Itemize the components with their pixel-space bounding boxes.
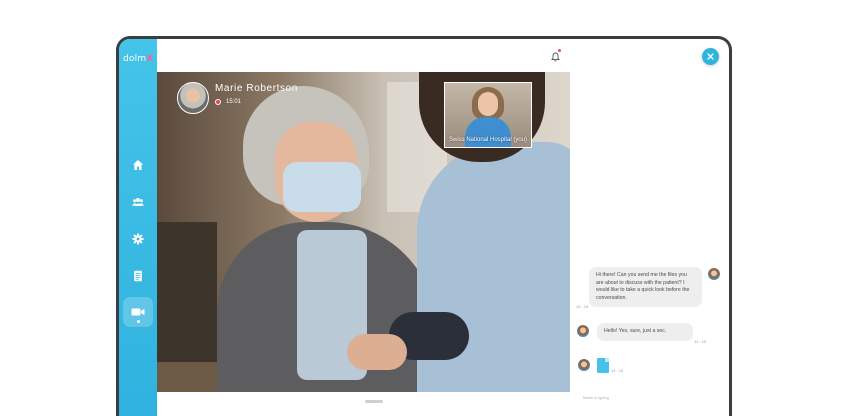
caller-name: Marie Robertson <box>215 83 298 94</box>
caller-info: Marie Robertson 15:01 <box>177 82 298 114</box>
message-time: 12 : 15 <box>694 339 707 344</box>
users-icon <box>132 198 144 206</box>
gear-icon <box>132 233 144 245</box>
typing-indicator: Marie is typing <box>583 395 609 400</box>
file-fold <box>605 358 609 362</box>
video-camera-icon <box>131 308 145 316</box>
controls-handle[interactable] <box>365 400 383 403</box>
video-feed[interactable]: Marie Robertson 15:01 Swiss National Hos… <box>157 72 570 392</box>
notifications-button[interactable] <box>551 49 561 67</box>
app-logo[interactable]: dolmX <box>123 54 153 64</box>
self-view-face <box>478 92 498 116</box>
tablet-frame: dolmX Marie Robertson 15:01 Swiss Nation… <box>116 36 732 416</box>
file-attachment-icon[interactable] <box>597 358 609 373</box>
message-time: 12 : 15 <box>576 304 589 309</box>
timer-text: 15:01 <box>226 99 242 105</box>
close-button[interactable] <box>702 48 719 65</box>
sidebar: dolmX <box>119 39 157 416</box>
sidebar-item-documents[interactable] <box>127 265 149 287</box>
caller-avatar <box>177 82 209 114</box>
sidebar-item-settings[interactable] <box>127 228 149 250</box>
chat-message-outgoing: Hello! Yes, sure, just a sec. <box>597 323 693 341</box>
bell-icon <box>551 52 560 62</box>
avatar <box>707 267 721 281</box>
logo-accent: X <box>146 54 154 64</box>
avatar <box>576 324 590 338</box>
call-timer: 15:01 <box>215 99 298 105</box>
self-view-label: Swiss National Hospital (you) <box>448 137 528 143</box>
sidebar-item-home[interactable] <box>127 154 149 176</box>
sidebar-item-video-call[interactable] <box>123 297 153 327</box>
call-controls-bar <box>157 392 570 416</box>
held-hands <box>347 334 407 370</box>
recording-icon <box>215 99 221 105</box>
close-icon <box>707 53 714 60</box>
sidebar-item-patients[interactable] <box>127 191 149 213</box>
avatar <box>577 358 591 372</box>
chat-message-incoming: Hi there! Can you send me the files you … <box>589 267 702 307</box>
self-view-window[interactable]: Swiss National Hospital (you) <box>444 82 532 148</box>
message-time: 12 : 15 <box>611 368 624 373</box>
patient-face-mask <box>283 162 361 212</box>
document-icon <box>134 270 142 282</box>
notification-dot <box>558 49 561 52</box>
home-icon <box>133 160 143 170</box>
active-indicator <box>136 320 140 323</box>
logo-text: dolm <box>123 54 147 64</box>
